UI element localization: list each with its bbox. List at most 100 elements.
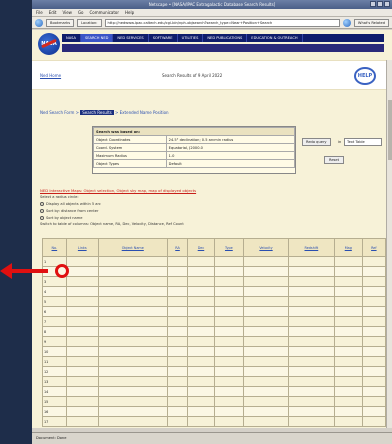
breadcrumb-search-form[interactable]: Ned Search Form	[40, 110, 74, 115]
nav-ned-services[interactable]: NED SERVICES	[113, 34, 149, 42]
nav-search-ned[interactable]: SEARCH NED	[80, 34, 114, 42]
bookmarks-button[interactable]: Bookmarks	[46, 18, 75, 27]
table-cell[interactable]	[65, 356, 99, 367]
table-row[interactable]: 1	[42, 256, 387, 267]
menu-edit[interactable]: Edit	[49, 9, 57, 16]
table-row[interactable]: 11	[42, 356, 387, 367]
table-cell[interactable]	[65, 396, 99, 407]
table-cell[interactable]	[97, 296, 168, 307]
radio-icon[interactable]	[40, 202, 44, 206]
close-button[interactable]	[384, 1, 390, 7]
table-cell[interactable]	[65, 346, 99, 357]
nasa-logo[interactable]: NASA	[38, 33, 60, 55]
table-cell[interactable]	[97, 336, 168, 347]
col-header[interactable]: Ref	[361, 238, 387, 257]
menu-view[interactable]: View	[62, 9, 72, 16]
table-cell[interactable]	[65, 276, 99, 287]
table-cell[interactable]	[97, 386, 168, 397]
minimize-button[interactable]	[370, 1, 376, 7]
table-row[interactable]: 14	[42, 386, 387, 397]
table-cell[interactable]	[97, 266, 168, 277]
table-cell[interactable]	[65, 296, 99, 307]
help-icon[interactable]: HELP	[354, 67, 376, 85]
col-header[interactable]: Type	[213, 238, 245, 257]
vertical-scrollbar[interactable]	[386, 60, 392, 428]
table-cell[interactable]	[65, 406, 99, 417]
table-row[interactable]: 2	[42, 266, 387, 277]
table-cell[interactable]	[97, 346, 168, 357]
redo-query-button[interactable]: Redo query	[302, 138, 331, 146]
table-cell[interactable]	[97, 406, 168, 417]
format-select[interactable]: Text Table	[344, 138, 382, 146]
table-cell[interactable]	[65, 386, 99, 397]
table-cell[interactable]	[65, 306, 99, 317]
table-cell[interactable]	[65, 286, 99, 297]
table-cell[interactable]	[97, 316, 168, 327]
table-row[interactable]: 15	[42, 396, 387, 407]
table-cell[interactable]	[65, 316, 99, 327]
table-row[interactable]: 4	[42, 286, 387, 297]
table-row[interactable]: 3	[42, 276, 387, 287]
table-cell[interactable]	[65, 366, 99, 377]
table-row[interactable]: 5	[42, 296, 387, 307]
breadcrumb-extended[interactable]: Extended Name Position	[120, 110, 169, 115]
col-header[interactable]: No.	[42, 238, 67, 257]
option-row[interactable]: Display all objects within 5 arc	[40, 202, 384, 206]
option-row[interactable]: Sort by object name	[40, 216, 384, 220]
scrollbar-thumb[interactable]	[388, 100, 392, 160]
col-header[interactable]: Dec	[187, 238, 215, 257]
url-field[interactable]: http://nedwww.ipac.caltech.edu/cgi-bin/n…	[104, 18, 340, 27]
menu-file[interactable]: File	[36, 9, 43, 16]
col-header[interactable]: Velocity	[243, 238, 289, 257]
option-row[interactable]: Sort by: distance from center	[40, 209, 384, 213]
table-row[interactable]: 16	[42, 406, 387, 417]
col-header[interactable]: RA	[166, 238, 189, 257]
table-cell[interactable]	[65, 256, 99, 267]
query-value: Equatorial, J2000.0	[165, 143, 296, 152]
table-row[interactable]: 13	[42, 376, 387, 387]
radio-icon[interactable]	[40, 209, 44, 213]
table-cell[interactable]	[65, 336, 99, 347]
reset-button[interactable]: Reset	[324, 156, 345, 164]
col-header[interactable]: Links	[65, 238, 99, 257]
table-cell[interactable]	[97, 306, 168, 317]
radio-icon[interactable]	[40, 216, 44, 220]
table-cell[interactable]	[65, 266, 99, 277]
table-cell[interactable]	[97, 366, 168, 377]
table-cell[interactable]	[97, 356, 168, 367]
table-row[interactable]: 17	[42, 416, 387, 427]
table-cell[interactable]	[97, 416, 168, 427]
nav-publications[interactable]: NED PUBLICATIONS	[203, 34, 248, 42]
table-cell[interactable]	[97, 286, 168, 297]
table-cell: 9	[42, 336, 67, 347]
table-cell[interactable]	[65, 416, 99, 427]
nav-utilities[interactable]: UTILITIES	[178, 34, 204, 42]
table-cell[interactable]	[97, 276, 168, 287]
menu-communicator[interactable]: Communicator	[90, 9, 120, 16]
home-link[interactable]: Ned Home	[40, 73, 61, 78]
table-row[interactable]: 8	[42, 326, 387, 337]
maximize-button[interactable]	[377, 1, 383, 7]
menu-help[interactable]: Help	[125, 9, 134, 16]
nav-nasa[interactable]: NASA	[62, 34, 81, 42]
table-cell[interactable]	[97, 376, 168, 387]
menu-go[interactable]: Go	[78, 9, 84, 16]
nav-software[interactable]: SOFTWARE	[149, 34, 178, 42]
table-cell[interactable]	[97, 326, 168, 337]
table-row[interactable]: 12	[42, 366, 387, 377]
nav-education[interactable]: EDUCATION & OUTREACH	[247, 34, 303, 42]
whats-related-button[interactable]: What's Related	[353, 18, 389, 27]
interactive-maps-link[interactable]: NED Interactive Maps: Object selection, …	[40, 188, 384, 193]
col-header[interactable]: Redshift	[287, 238, 335, 257]
table-cell[interactable]	[97, 256, 168, 267]
table-row[interactable]: 10	[42, 346, 387, 357]
table-row[interactable]: 7	[42, 316, 387, 327]
table-row[interactable]: 9	[42, 336, 387, 347]
table-cell[interactable]	[97, 396, 168, 407]
table-cell[interactable]	[65, 326, 99, 337]
table-cell[interactable]	[65, 376, 99, 387]
col-header[interactable]: Mag	[333, 238, 363, 257]
col-header[interactable]: Object Name	[97, 238, 168, 257]
bookmarks-icon[interactable]	[35, 18, 43, 27]
table-row[interactable]: 6	[42, 306, 387, 317]
